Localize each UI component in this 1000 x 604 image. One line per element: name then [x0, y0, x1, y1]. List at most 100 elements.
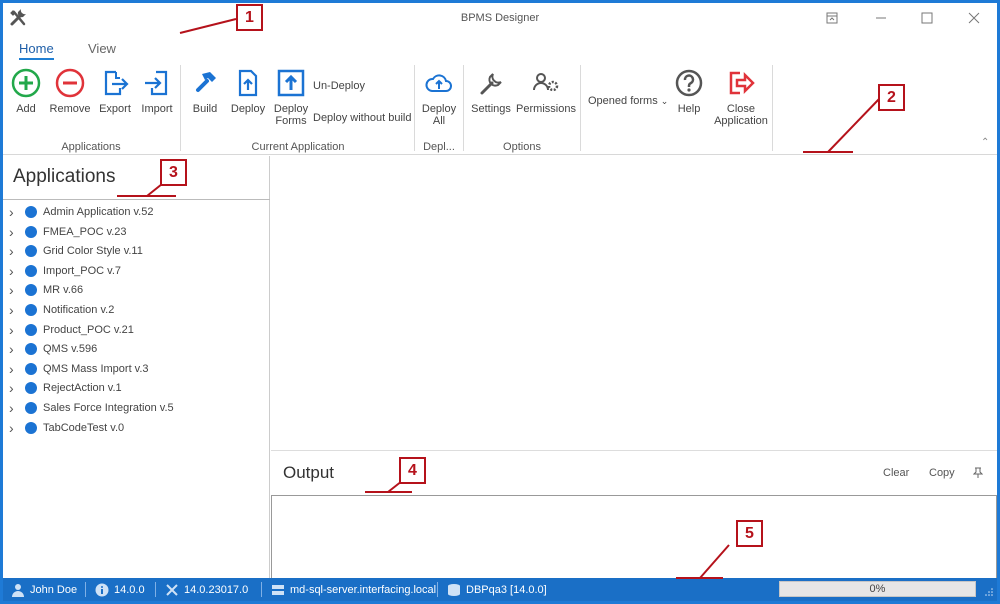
copy-button[interactable]: Copy — [929, 467, 955, 479]
chevron-right-icon[interactable]: › — [9, 341, 21, 357]
remove-icon — [55, 68, 85, 98]
output-text-area[interactable] — [271, 495, 997, 579]
callout-5: 5 — [736, 520, 763, 547]
tree-item-label: Grid Color Style v.11 — [43, 245, 143, 258]
permissions-label: Permissions — [516, 103, 576, 115]
applications-group-label: Applications — [61, 141, 121, 153]
import-label: Import — [141, 103, 173, 115]
deploy-label: Deploy — [230, 103, 266, 115]
deploy-without-build-button[interactable]: Deploy without build — [313, 112, 411, 124]
tree-item[interactable]: › Product_POC v.21 — [9, 321, 134, 339]
maximize-icon — [921, 12, 933, 24]
progress-label: 0% — [869, 583, 886, 595]
applications-panel: Applications › Admin Application v.52 › FME… — [3, 156, 270, 578]
remove-button[interactable]: Remove — [49, 67, 91, 115]
ribbon-display-icon — [826, 12, 838, 24]
settings-button[interactable]: Settings — [469, 67, 513, 115]
tree-item[interactable]: › RejectAction v.1 — [9, 379, 122, 397]
status-user-label: John Doe — [30, 584, 78, 596]
status-separator — [437, 582, 438, 597]
deploy-forms-button[interactable]: Deploy Forms — [271, 67, 311, 127]
help-label: Help — [677, 103, 701, 115]
status-separator — [261, 582, 262, 597]
progress-bar: 0% — [779, 581, 976, 597]
tree-item[interactable]: › QMS v.596 — [9, 340, 97, 358]
tab-home[interactable]: Home — [19, 41, 54, 60]
chevron-right-icon[interactable]: › — [9, 302, 21, 318]
tree-item[interactable]: › MR v.66 — [9, 281, 83, 299]
chevron-right-icon[interactable]: › — [9, 243, 21, 259]
ribbon-display-button[interactable] — [817, 7, 847, 29]
status-server-label: md-sql-server.interfacing.local — [290, 584, 437, 596]
application-status-icon — [25, 206, 37, 218]
tab-view[interactable]: View — [88, 41, 116, 56]
maximize-button[interactable] — [912, 7, 942, 29]
collapse-ribbon-chevron-icon[interactable]: ⌃ — [981, 137, 989, 148]
undeploy-button[interactable]: Un-Deploy — [313, 80, 365, 92]
chevron-right-icon[interactable]: › — [9, 322, 21, 338]
output-title: Output — [283, 463, 335, 482]
ribbon: Add Remove Export Import Applications Bu… — [3, 61, 997, 155]
close-window-button[interactable] — [959, 7, 989, 29]
permissions-icon — [533, 73, 559, 92]
tree-item[interactable]: › Grid Color Style v.11 — [9, 242, 143, 260]
tree-item-label: MR v.66 — [43, 284, 84, 297]
title-bar: BPMS Designer — [3, 3, 997, 33]
tree-item[interactable]: › Admin Application v.52 — [9, 203, 153, 221]
opened-forms-dropdown[interactable]: Opened forms ⌄ — [588, 95, 668, 107]
close-application-button[interactable]: Close Application — [709, 67, 773, 127]
hammer-icon — [196, 72, 216, 92]
tree-item[interactable]: › Sales Force Integration v.5 — [9, 399, 174, 417]
application-status-icon — [25, 304, 37, 316]
export-button[interactable]: Export — [97, 67, 133, 115]
status-user: John Doe — [11, 583, 77, 597]
tree-item[interactable]: › TabCodeTest v.0 — [9, 419, 124, 437]
minimize-button[interactable] — [866, 7, 896, 29]
tree-item-label: RejectAction v.1 — [43, 382, 122, 395]
output-panel: Output Clear Copy — [271, 450, 997, 579]
tree-item-label: Import_POC v.7 — [43, 264, 122, 277]
application-status-icon — [25, 225, 37, 238]
chevron-right-icon[interactable]: › — [9, 400, 21, 416]
resize-grip-icon[interactable] — [985, 587, 993, 596]
group-separator — [772, 65, 773, 151]
pin-icon[interactable] — [972, 467, 984, 482]
status-separator — [85, 582, 86, 597]
application-status-icon — [25, 402, 37, 414]
chevron-right-icon[interactable]: › — [9, 204, 21, 220]
help-icon — [675, 69, 703, 97]
application-status-icon — [25, 362, 37, 375]
chevron-right-icon[interactable]: › — [9, 361, 21, 377]
tree-item-label: QMS v.596 — [43, 343, 98, 356]
tree-item[interactable]: › QMS Mass Import v.3 — [9, 360, 149, 378]
group-separator — [414, 65, 415, 151]
add-button[interactable]: Add — [9, 67, 43, 115]
callout-4: 4 — [399, 457, 426, 484]
application-status-icon — [25, 421, 37, 434]
minimize-icon — [876, 17, 886, 19]
chevron-right-icon[interactable]: › — [9, 380, 21, 396]
deploy-group-label: Depl... — [423, 141, 455, 153]
deploy-all-button[interactable]: Deploy All — [420, 67, 458, 127]
tree-item[interactable]: › FMEA_POC v.23 — [9, 223, 127, 241]
document-area — [271, 156, 997, 450]
tree-item[interactable]: › Notification v.2 — [9, 301, 114, 319]
applications-tree: › Admin Application v.52 › FMEA_POC v.23 › Gr… — [3, 199, 270, 578]
current-application-group-label: Current Application — [251, 141, 345, 153]
status-separator — [155, 582, 156, 597]
tree-item[interactable]: › Import_POC v.7 — [9, 262, 121, 280]
deploy-button[interactable]: Deploy — [228, 67, 268, 115]
options-group-label: Options — [503, 141, 541, 153]
chevron-right-icon[interactable]: › — [9, 224, 21, 240]
help-button[interactable]: Help — [671, 67, 707, 115]
cloud-upload-icon — [425, 74, 452, 92]
build-button[interactable]: Build — [187, 67, 223, 115]
chevron-right-icon[interactable]: › — [9, 263, 21, 279]
chevron-right-icon[interactable]: › — [9, 420, 21, 436]
chevron-right-icon[interactable]: › — [9, 282, 21, 298]
import-button[interactable]: Import — [138, 67, 176, 115]
build-label: Build — [192, 103, 218, 115]
permissions-button[interactable]: Permissions — [516, 67, 576, 115]
clear-button[interactable]: Clear — [883, 467, 909, 479]
chevron-down-icon: ⌄ — [660, 96, 669, 106]
